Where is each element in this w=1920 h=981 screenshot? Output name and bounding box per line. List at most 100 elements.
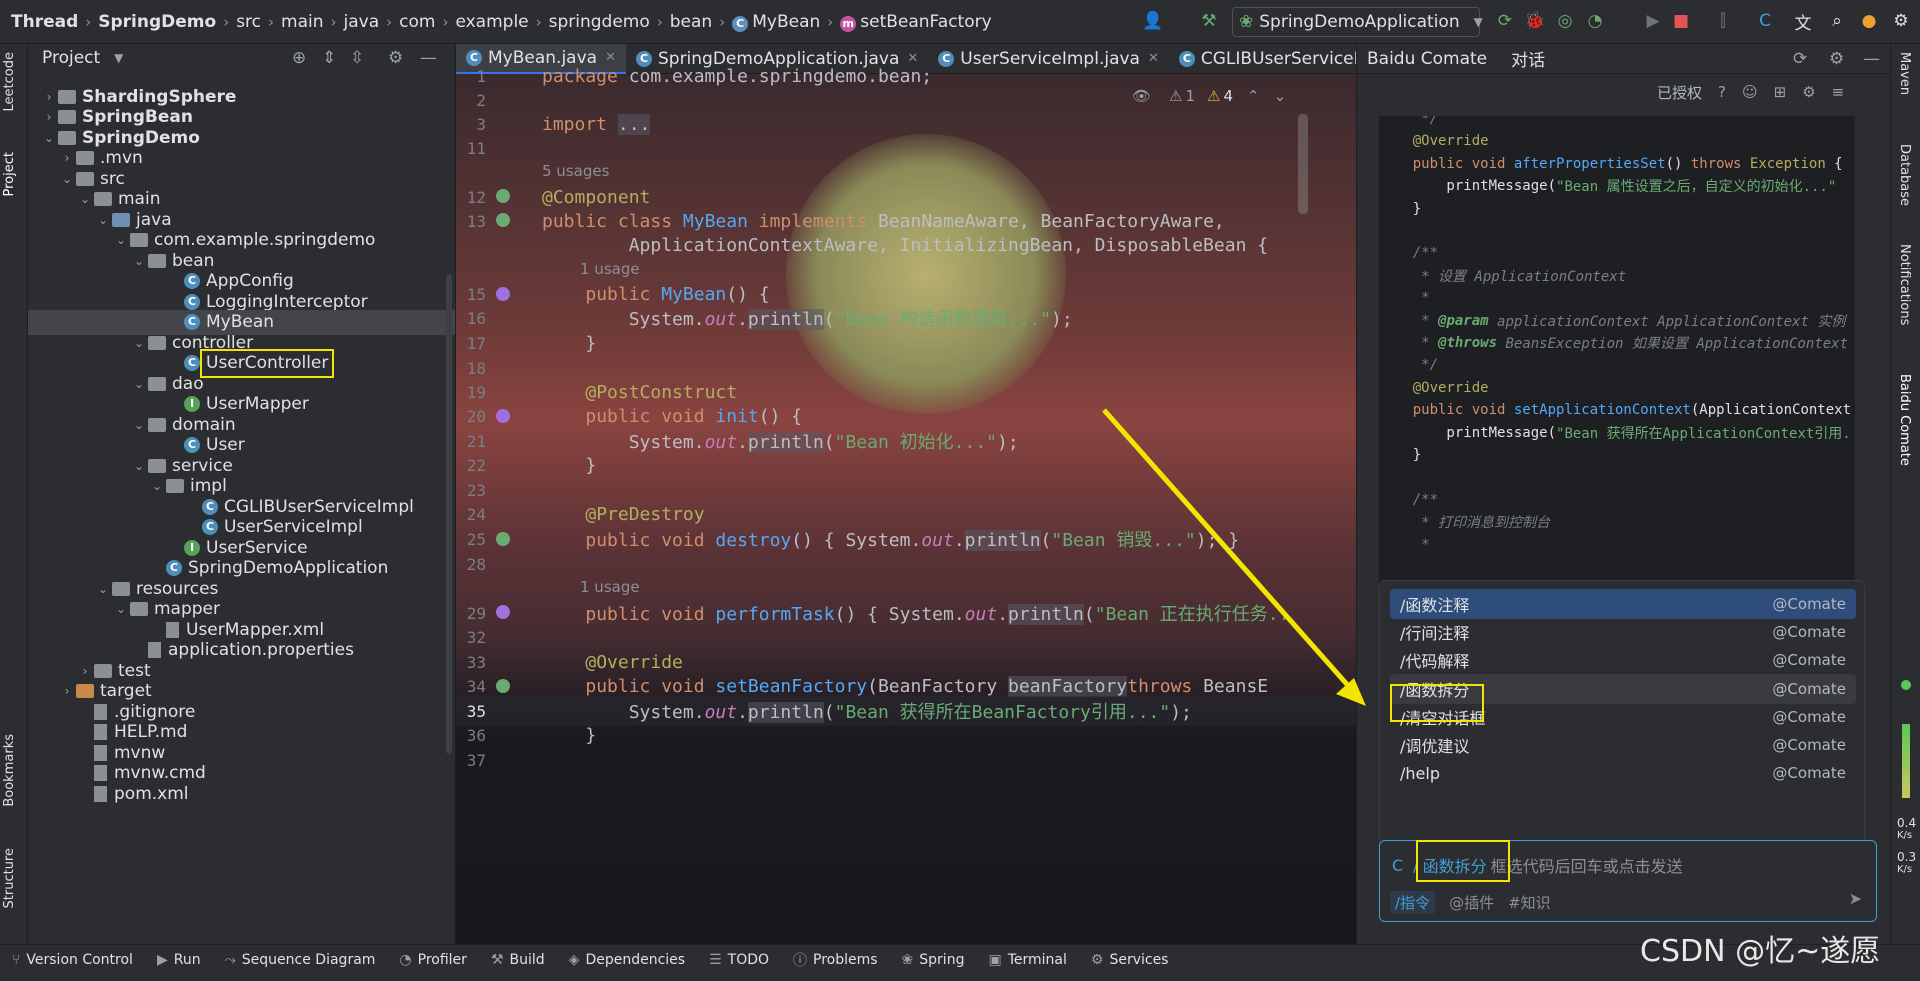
minimize-icon[interactable]: —	[420, 48, 437, 68]
coverage-icon[interactable]: ◎	[1552, 8, 1578, 34]
editor-scrollbar[interactable]	[1298, 114, 1308, 214]
notifications-tool-label[interactable]: Notifications	[1897, 244, 1912, 325]
chevron-down-icon[interactable]: ⌄	[130, 418, 148, 432]
project-panel-title[interactable]: Project	[42, 48, 100, 68]
breadcrumb-item[interactable]: C MyBean	[729, 12, 823, 32]
chevron-right-icon[interactable]: ›	[76, 664, 94, 678]
tool-window-button[interactable]: ▣ Terminal	[976, 952, 1078, 968]
override-gutter-icon[interactable]	[496, 532, 510, 546]
breadcrumb-item[interactable]: java	[341, 12, 383, 32]
breadcrumb-item[interactable]: springdemo	[546, 12, 653, 32]
override-gutter-icon[interactable]	[496, 679, 510, 693]
chevron-down-icon[interactable]: ⌄	[58, 172, 76, 186]
tree-scrollbar[interactable]	[446, 274, 452, 754]
breadcrumb-item[interactable]: src	[233, 12, 264, 32]
chevron-down-icon[interactable]: ⌄	[112, 602, 130, 616]
breadcrumb-item[interactable]: example	[452, 12, 531, 32]
mode-knowledge-button[interactable]: #知识	[1508, 892, 1551, 913]
tab-chat[interactable]: 对话	[1511, 46, 1545, 71]
comate-tool-label[interactable]: Baidu Comate	[1897, 374, 1912, 466]
build-hammer-icon[interactable]: ⚒	[1196, 8, 1222, 34]
bean-gutter-icon[interactable]	[496, 213, 510, 227]
collapse-all-icon[interactable]: ⇳	[350, 48, 364, 68]
search-icon[interactable]: ⌕	[1824, 8, 1850, 34]
chevron-right-icon[interactable]: ›	[40, 110, 58, 124]
attach-icon[interactable]: ⫿	[1710, 8, 1736, 34]
command-menu-item[interactable]: /函数注释 @Comate	[1390, 589, 1856, 619]
comate-logo-icon[interactable]: C	[1752, 8, 1778, 34]
mode-command-button[interactable]: /指令	[1390, 891, 1436, 914]
tool-window-button[interactable]: ▶ Run	[145, 952, 213, 968]
chevron-right-icon[interactable]: ›	[40, 90, 58, 104]
chevron-down-icon[interactable]: ⌄	[130, 336, 148, 350]
bookmarks-tool-label[interactable]: Bookmarks	[2, 734, 17, 807]
tool-window-button[interactable]: ⚙ Services	[1079, 952, 1181, 968]
file-icon	[94, 724, 107, 740]
chevron-down-icon[interactable]: ▼	[114, 51, 123, 65]
chevron-down-icon[interactable]: ⌄	[40, 131, 58, 145]
minimize-icon[interactable]: —	[1863, 49, 1880, 69]
user-icon[interactable]: 👤	[1140, 8, 1166, 34]
settings-gear-icon[interactable]: ⚙	[1829, 49, 1844, 69]
tool-window-button[interactable]: ⤳ Sequence Diagram	[213, 952, 388, 968]
settings-gear-icon[interactable]: ⚙	[1888, 8, 1914, 34]
command-menu-item[interactable]: /help @Comate	[1390, 758, 1856, 788]
chevron-down-icon[interactable]: ⌄	[94, 582, 112, 596]
tool-window-button[interactable]: ⚒ Build	[479, 952, 557, 968]
locate-icon[interactable]: ⊕	[292, 48, 306, 68]
settings-gear-icon[interactable]: ⚙	[1802, 83, 1815, 101]
tool-window-button[interactable]: ◔ Profiler	[387, 952, 479, 968]
leetcode-tool-label[interactable]: Leetcode	[2, 52, 17, 111]
help-icon[interactable]: ?	[1718, 83, 1726, 101]
rerun-icon[interactable]: ⟳	[1492, 8, 1518, 34]
send-icon[interactable]: ➤	[1849, 889, 1862, 908]
implement-gutter-icon[interactable]	[496, 409, 510, 423]
chevron-right-icon[interactable]: ›	[58, 684, 76, 698]
layout-icon[interactable]: ⊞	[1774, 83, 1787, 101]
tool-window-button[interactable]: ◈ Dependencies	[557, 952, 697, 968]
tool-window-button[interactable]: ⓘ Problems	[781, 950, 890, 970]
chevron-down-icon[interactable]: ⌄	[112, 233, 130, 247]
update-icon[interactable]: ●	[1856, 8, 1882, 34]
chevron-right-icon[interactable]: ›	[58, 151, 76, 165]
chevron-down-icon[interactable]: ⌄	[76, 192, 94, 206]
breadcrumb-item[interactable]: bean	[667, 12, 715, 32]
maven-tool-label[interactable]: Maven	[1897, 52, 1912, 95]
tool-window-button[interactable]: ❀ Spring	[890, 952, 977, 968]
chevron-down-icon[interactable]: ⌄	[130, 377, 148, 391]
expand-all-icon[interactable]: ⇕	[322, 48, 336, 68]
command-menu-item[interactable]: /调优建议 @Comate	[1390, 730, 1856, 760]
stop-icon[interactable]: ■	[1668, 8, 1694, 34]
bean-gutter-icon[interactable]	[496, 189, 510, 203]
run-configuration-selector[interactable]: ❀ SpringDemoApplication ▼	[1232, 7, 1483, 37]
breadcrumb-item[interactable]: Thread	[8, 12, 81, 32]
breadcrumb-item[interactable]: com	[396, 12, 438, 32]
implement-gutter-icon[interactable]	[496, 287, 510, 301]
breadcrumb-item[interactable]: SpringDemo	[95, 12, 219, 32]
breadcrumb-item[interactable]: m setBeanFactory	[837, 12, 994, 32]
implement-gutter-icon[interactable]	[496, 605, 510, 619]
menu-icon[interactable]: ≡	[1832, 83, 1845, 101]
command-menu-item[interactable]: /代码解释 @Comate	[1390, 645, 1856, 675]
refresh-icon[interactable]: ⟳	[1793, 49, 1807, 69]
profile-icon[interactable]: ◔	[1582, 8, 1608, 34]
code-token: *	[1379, 536, 1430, 553]
tree-item[interactable]: pom.xml	[28, 781, 455, 806]
structure-tool-label[interactable]: Structure	[2, 848, 17, 908]
tool-window-button[interactable]: ☰ TODO	[697, 952, 781, 968]
chevron-down-icon[interactable]: ⌄	[94, 213, 112, 227]
database-tool-label[interactable]: Database	[1897, 144, 1912, 206]
command-menu-item[interactable]: /行间注释 @Comate	[1390, 617, 1856, 647]
tool-window-button[interactable]: ⑂ Version Control	[0, 952, 145, 968]
chevron-down-icon[interactable]: ⌄	[130, 459, 148, 473]
options-gear-icon[interactable]: ⚙	[388, 48, 403, 68]
user-feedback-icon[interactable]: ☺	[1742, 83, 1758, 101]
chevron-down-icon[interactable]: ⌄	[130, 254, 148, 268]
breadcrumb-item[interactable]: main	[278, 12, 326, 32]
project-tool-label[interactable]: Project	[2, 152, 17, 196]
run-icon[interactable]: ▶	[1640, 8, 1666, 34]
debug-icon[interactable]: 🐞	[1522, 8, 1548, 34]
mode-plugin-button[interactable]: @插件	[1449, 892, 1494, 913]
translate-icon[interactable]: 文	[1790, 8, 1816, 34]
chevron-down-icon[interactable]: ⌄	[148, 479, 166, 493]
